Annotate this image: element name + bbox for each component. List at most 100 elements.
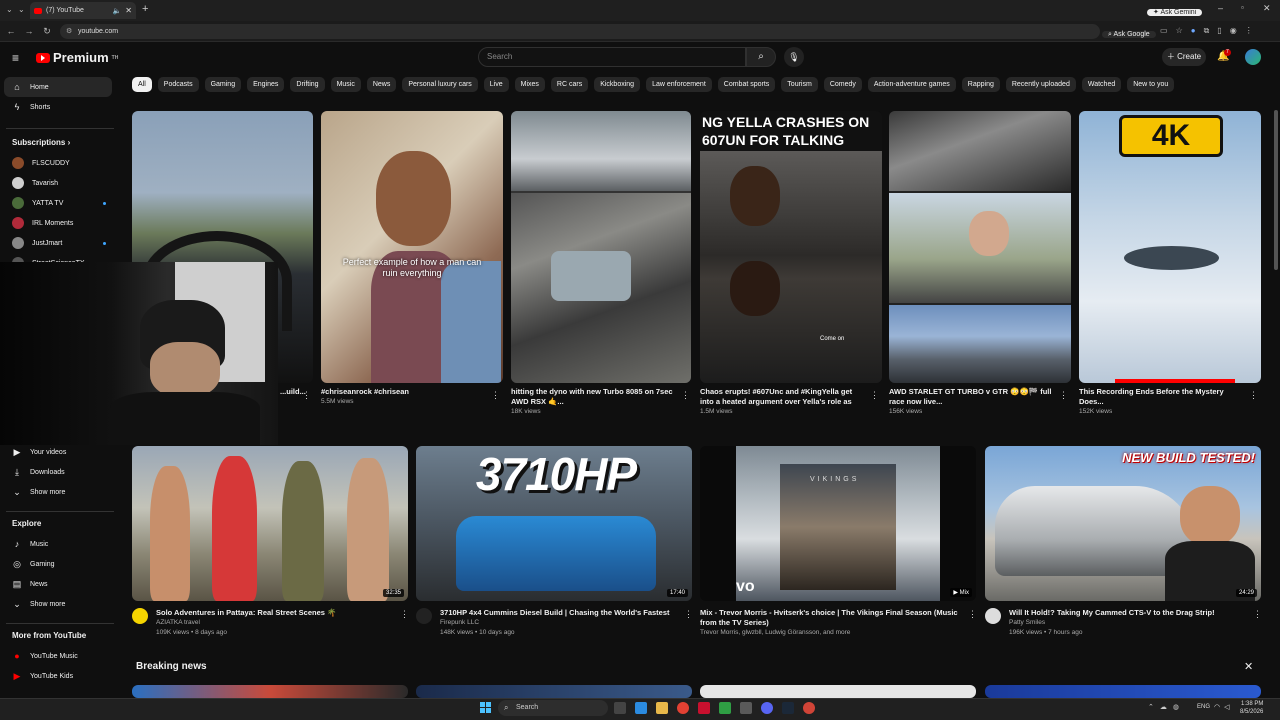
gemini-icon[interactable]: ● <box>1191 26 1196 36</box>
close-tab-icon[interactable]: ✕ <box>125 6 132 15</box>
chip-law-enforcement[interactable]: Law enforcement <box>646 77 712 92</box>
sidebar-item-home[interactable]: ⌂ Home <box>4 77 112 97</box>
more-actions-icon[interactable]: ⋮ <box>681 390 690 401</box>
video-thumbnail-3[interactable]: VIKINGS vo ▶ Mix <box>700 446 976 601</box>
browser-menu-icon[interactable]: ⋮ <box>1245 26 1253 36</box>
browser-tab[interactable]: (7) YouTube 🔈 ✕ <box>30 2 136 19</box>
search-button[interactable]: ⌕ <box>746 47 776 67</box>
shorts-title[interactable]: hitting the dyno with new Turbo 8085 on … <box>511 387 675 407</box>
video-title[interactable]: 3710HP 4x4 Cummins Diesel Build | Chasin… <box>440 608 678 618</box>
onedrive-icon[interactable]: ☁ <box>1160 703 1167 711</box>
chip-personal-luxury-cars[interactable]: Personal luxury cars <box>402 77 478 92</box>
reload-button[interactable]: ↻ <box>40 24 54 39</box>
chip-mixes[interactable]: Mixes <box>514 77 545 92</box>
sidebar-show-more-2[interactable]: ⌄ Show more <box>0 594 120 614</box>
more-actions-icon[interactable]: ⋮ <box>1249 390 1258 401</box>
sidebar-item-music[interactable]: ♪ Music <box>0 534 120 554</box>
chip-rapping[interactable]: Rapping <box>961 77 1000 92</box>
chip-music[interactable]: Music <box>330 77 361 92</box>
account-avatar[interactable] <box>1245 49 1261 65</box>
create-button[interactable]: ＋ Create <box>1162 48 1206 66</box>
windows-start-icon[interactable] <box>480 702 491 713</box>
close-window-button[interactable]: ✕ <box>1263 3 1271 14</box>
wifi-icon[interactable]: ◠ <box>1214 703 1220 711</box>
hamburger-menu-icon[interactable]: ≡ <box>12 51 19 65</box>
volume-icon[interactable]: ◁ <box>1224 703 1229 711</box>
sidebar-show-more-1[interactable]: ⌄ Show more <box>0 482 120 502</box>
tab-list-icon[interactable]: ⌄ <box>6 5 13 14</box>
channel-avatar[interactable] <box>416 608 432 624</box>
sidebar-item-youtube-kids[interactable]: ▶ YouTube Kids <box>0 666 120 686</box>
video-thumbnail-2[interactable]: 3710HP 17:40 <box>416 446 692 601</box>
chrome-profile-icon[interactable] <box>803 702 815 714</box>
subscription-item[interactable]: IRL Moments <box>0 213 120 233</box>
video-thumbnail-4[interactable]: NEW BUILD TESTED! 24:29 <box>985 446 1261 601</box>
forward-button[interactable]: → <box>22 24 36 39</box>
chip-gaming[interactable]: Gaming <box>204 77 242 92</box>
subscription-item[interactable]: YATTA TV <box>0 193 120 213</box>
chip-recently-uploaded[interactable]: Recently uploaded <box>1005 77 1076 92</box>
file-explorer-icon[interactable] <box>656 702 668 714</box>
steam-icon[interactable] <box>782 702 794 714</box>
breaking-news-thumbnail-4[interactable] <box>985 685 1261 698</box>
shorts-title[interactable]: This Recording Ends Before the Mystery D… <box>1079 387 1243 407</box>
chrome-icon[interactable] <box>677 702 689 714</box>
minimize-button[interactable]: – <box>1218 3 1223 13</box>
video-title[interactable]: Solo Adventures in Pattaya: Real Street … <box>156 608 394 618</box>
subscription-item[interactable]: FLSCUDDY <box>0 153 120 173</box>
more-actions-icon[interactable]: ⋮ <box>400 609 409 620</box>
extensions-icon[interactable]: ⧉ <box>1204 26 1210 36</box>
chip-kickboxing[interactable]: Kickboxing <box>594 77 641 92</box>
edge-icon[interactable] <box>635 702 647 714</box>
tray-app-icon[interactable]: ◍ <box>1173 703 1179 711</box>
page-scrollbar[interactable] <box>1274 110 1278 270</box>
breaking-news-thumbnail-2[interactable] <box>416 685 692 698</box>
sidepanel-icon[interactable]: ▯ <box>1217 26 1221 36</box>
chip-comedy[interactable]: Comedy <box>823 77 862 92</box>
language-indicator[interactable]: ENG <box>1197 704 1210 710</box>
maximize-button[interactable]: ▫ <box>1241 3 1244 12</box>
chip-news[interactable]: News <box>366 77 397 92</box>
tray-overflow-icon[interactable]: ⌃ <box>1148 703 1154 711</box>
more-actions-icon[interactable]: ⋮ <box>1253 609 1262 620</box>
channel-avatar[interactable] <box>985 608 1001 624</box>
channel-name[interactable]: Firepunk LLC <box>440 618 678 628</box>
chip-tourism[interactable]: Tourism <box>781 77 818 92</box>
search-input[interactable]: Search <box>478 47 746 67</box>
sidebar-item-gaming[interactable]: ◎ Gaming <box>0 554 120 574</box>
subscription-item[interactable]: JustJmart <box>0 233 120 253</box>
bookmark-star-icon[interactable]: ☆ <box>1176 26 1183 36</box>
task-view-icon[interactable] <box>614 702 626 714</box>
sidebar-item-news[interactable]: ▤ News <box>0 574 120 594</box>
site-info-icon[interactable]: ⚙ <box>66 24 72 39</box>
chip-new-to-you[interactable]: New to you <box>1127 77 1175 92</box>
subscription-item[interactable]: Tavarish <box>0 173 120 193</box>
dismiss-breaking-news-icon[interactable]: ✕ <box>1244 660 1253 673</box>
taskbar-search[interactable]: ⌕ Search <box>498 700 608 716</box>
sidebar-item-shorts[interactable]: ϟ Shorts <box>0 97 120 117</box>
breaking-news-thumbnail-3[interactable] <box>700 685 976 698</box>
shorts-title[interactable]: Chaos erupts! #607Unc and #KingYella get… <box>700 387 864 407</box>
chip-watched[interactable]: Watched <box>1081 77 1122 92</box>
ask-google-button[interactable]: ⌕ Ask Google <box>1102 25 1156 42</box>
chip-podcasts[interactable]: Podcasts <box>157 77 199 92</box>
chip-combat-sports[interactable]: Combat sports <box>717 77 776 92</box>
shorts-thumbnail-2[interactable]: Perfect example of how a man can ruin ev… <box>321 111 503 383</box>
breaking-news-thumbnail-1[interactable] <box>132 685 408 698</box>
more-actions-icon[interactable]: ⋮ <box>491 390 500 401</box>
shorts-thumbnail-4[interactable]: NG YELLA CRASHES ON 607UN FOR TALKING AB… <box>700 111 882 383</box>
youtube-logo[interactable]: Premium TH <box>36 50 118 65</box>
ask-gemini-button[interactable]: ✦ Ask Gemini <box>1147 3 1203 19</box>
shorts-thumbnail-6[interactable]: 4K <box>1079 111 1261 383</box>
sidebar-item-downloads[interactable]: ⤓ Downloads <box>0 462 120 482</box>
clock[interactable]: 1:38 PM 8/5/2026 <box>1240 700 1263 716</box>
new-tab-button[interactable]: + <box>142 3 148 15</box>
sidebar-item-youtube-music[interactable]: ● YouTube Music <box>0 646 120 666</box>
back-button[interactable]: ← <box>4 24 18 39</box>
shorts-thumbnail-3[interactable] <box>511 111 691 383</box>
more-actions-icon[interactable]: ⋮ <box>1059 390 1068 401</box>
profile-icon[interactable]: ◉ <box>1230 26 1237 36</box>
acrobat-icon[interactable] <box>698 702 710 714</box>
video-thumbnail-1[interactable]: 32:35 <box>132 446 408 601</box>
more-actions-icon[interactable]: ⋮ <box>968 609 977 620</box>
